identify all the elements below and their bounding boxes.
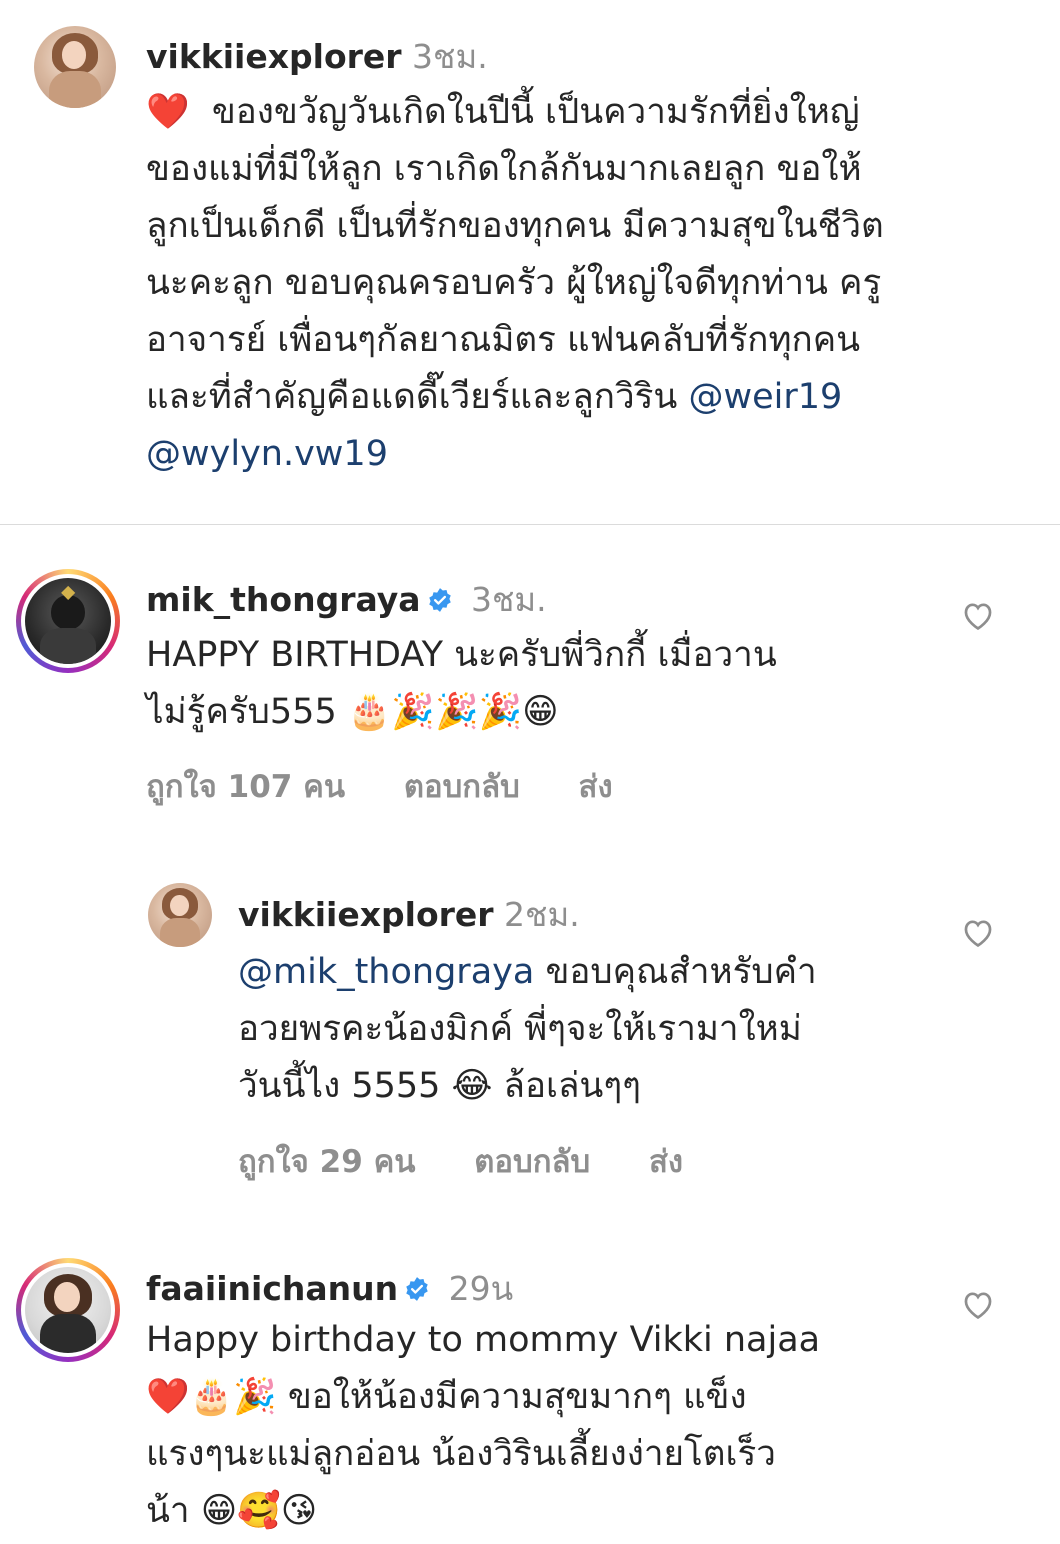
- reply-actions: ถูกใจ 29 คน ตอบกลับ ส่ง: [238, 1136, 731, 1186]
- reply-text: @mik_thongraya ขอบคุณสำหรับคำ อวยพรคะน้อ…: [238, 952, 817, 1106]
- avatar[interactable]: [148, 883, 212, 947]
- username[interactable]: mik_thongraya: [146, 580, 421, 619]
- caption-line: นะคะลูก ขอบคุณครอบครัว ผู้ใหญ่ใจดีทุกท่า…: [146, 263, 882, 303]
- heart-outline-icon[interactable]: [961, 1288, 995, 1320]
- likes-count[interactable]: ถูกใจ 107 คน: [146, 769, 345, 805]
- timestamp: 3ชม.: [471, 580, 547, 619]
- caption-line: ลูกเป็นเด็กดี เป็นที่รักของทุกคน มีความส…: [146, 206, 884, 246]
- caption-header: vikkiiexplorer 3ชม.: [146, 30, 488, 83]
- caption: vikkiiexplorer 3ชม. ❤️ ของขวัญวันเกิดในป…: [0, 0, 1060, 524]
- reply-header: vikkiiexplorer 2ชม.: [238, 888, 580, 941]
- heart-outline-icon[interactable]: [961, 916, 995, 948]
- likes-count[interactable]: ถูกใจ 29 คน: [238, 1144, 416, 1180]
- comment-text: HAPPY BIRTHDAY นะครับพี่วิกกี้ เมื่อวาน …: [146, 635, 777, 732]
- timestamp: 2ชม.: [504, 895, 580, 934]
- heart-emoji: ❤️: [146, 92, 190, 132]
- mention-link[interactable]: @weir19: [688, 377, 842, 417]
- caption-line: @wylyn.vw19: [146, 426, 1046, 483]
- comment-actions: ถูกใจ 107 คน ตอบกลับ ส่ง: [146, 761, 661, 811]
- timestamp: 29น: [448, 1269, 514, 1308]
- comment-item: faaiinichanun 29น Happy birthday to momm…: [0, 1230, 1060, 1544]
- username[interactable]: vikkiiexplorer: [238, 895, 494, 934]
- comment-header: mik_thongraya 3ชม.: [146, 573, 547, 626]
- username[interactable]: faaiinichanun: [146, 1269, 398, 1308]
- caption-line: ❤️ ของขวัญวันเกิดในปีนี้ เป็นความรักที่ย…: [146, 92, 860, 132]
- avatar[interactable]: [34, 26, 116, 108]
- caption-line: ของแม่ที่มีให้ลูก เราเกิดใกล้กันมากเลยลู…: [146, 149, 862, 189]
- send-button[interactable]: ส่ง: [579, 769, 613, 805]
- heart-outline-icon[interactable]: [961, 599, 995, 631]
- caption-line: และที่สำคัญคือแดดี๊เวียร์และลูกวิริน @we…: [146, 377, 843, 417]
- mention-link[interactable]: @mik_thongraya: [238, 952, 534, 992]
- mention-link[interactable]: @wylyn.vw19: [146, 434, 388, 474]
- avatar[interactable]: [25, 1267, 111, 1353]
- username[interactable]: vikkiiexplorer: [146, 37, 402, 76]
- reply-button[interactable]: ตอบกลับ: [404, 769, 520, 805]
- reply-button[interactable]: ตอบกลับ: [474, 1144, 590, 1180]
- verified-badge-icon: [406, 1277, 428, 1301]
- caption-text: ❤️ ของขวัญวันเกิดในปีนี้ เป็นความรักที่ย…: [146, 84, 1046, 483]
- comment-item: mik_thongraya 3ชม. HAPPY BIRTHDAY นะครับ…: [0, 525, 1060, 825]
- reply-item: vikkiiexplorer 2ชม. @mik_thongraya ขอบคุ…: [0, 860, 1060, 1220]
- timestamp: 3ชม.: [412, 37, 488, 76]
- verified-badge-icon: [428, 588, 451, 612]
- send-button[interactable]: ส่ง: [649, 1144, 683, 1180]
- caption-line: อาจารย์ เพื่อนๆกัลยาณมิตร แฟนคลับที่รักท…: [146, 320, 861, 360]
- comment-text: Happy birthday to mommy Vikki najaa ❤️🎂🎉…: [146, 1320, 821, 1531]
- comment-header: faaiinichanun 29น: [146, 1262, 513, 1315]
- avatar[interactable]: [25, 578, 111, 664]
